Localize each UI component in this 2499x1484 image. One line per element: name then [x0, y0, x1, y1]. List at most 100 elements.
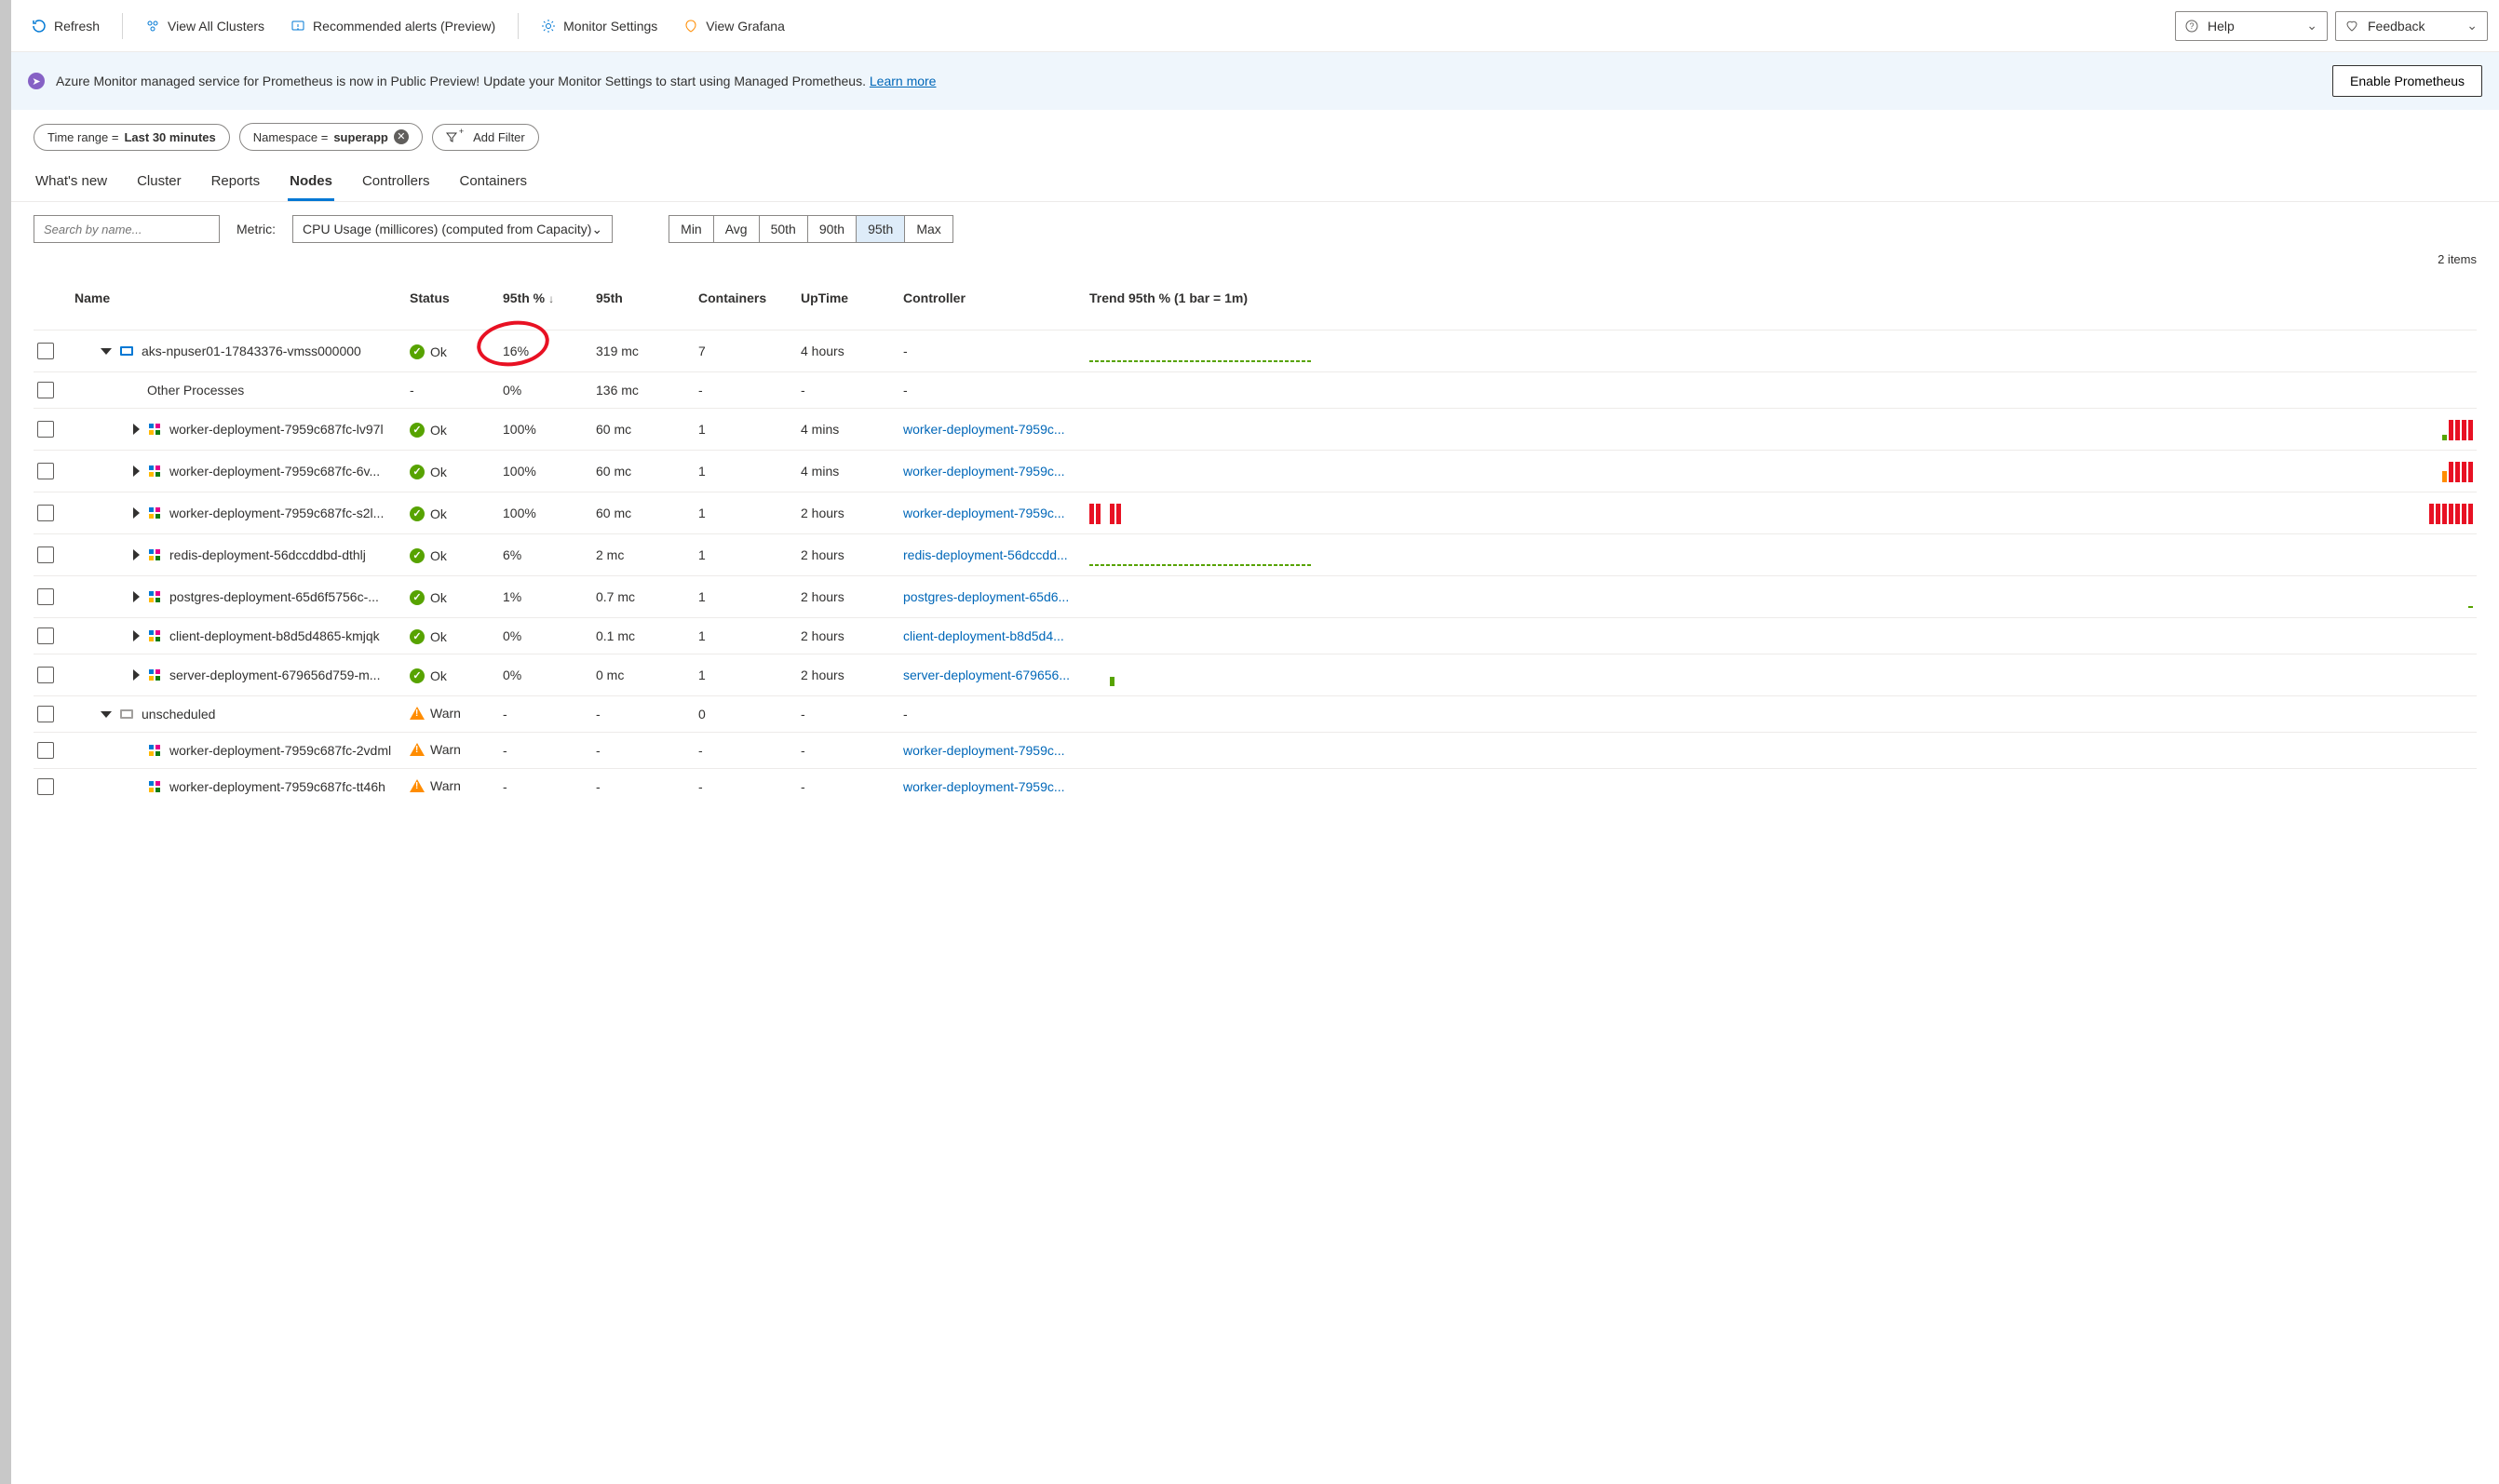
add-filter-label: Add Filter: [473, 130, 525, 144]
cell-trend: [1086, 381, 2477, 399]
cell-trend: [1086, 451, 2477, 492]
refresh-button[interactable]: Refresh: [22, 13, 109, 39]
segment-95th[interactable]: 95th: [857, 216, 905, 242]
row-checkbox[interactable]: [37, 778, 54, 795]
expand-toggle[interactable]: [133, 549, 140, 560]
help-dropdown[interactable]: ? Help ⌄: [2175, 11, 2328, 41]
row-checkbox[interactable]: [37, 382, 54, 398]
col-containers[interactable]: Containers: [695, 281, 797, 315]
controller-link[interactable]: postgres-deployment-65d6...: [903, 589, 1069, 604]
cell-containers: -: [695, 734, 797, 767]
row-checkbox[interactable]: [37, 742, 54, 759]
status-warn: Warn: [410, 742, 461, 757]
segment-50th[interactable]: 50th: [760, 216, 808, 242]
controller-link[interactable]: worker-deployment-7959c...: [903, 779, 1065, 794]
segment-max[interactable]: Max: [905, 216, 952, 242]
cell-p95: 60 mc: [592, 496, 695, 530]
col-uptime[interactable]: UpTime: [797, 281, 899, 315]
tab-containers[interactable]: Containers: [457, 166, 529, 201]
cell-containers: -: [695, 770, 797, 803]
row-checkbox[interactable]: [37, 706, 54, 722]
row-checkbox[interactable]: [37, 505, 54, 521]
scrollbar-gutter[interactable]: [0, 0, 11, 1484]
cell-p95: 2 mc: [592, 538, 695, 572]
row-checkbox[interactable]: [37, 667, 54, 683]
chevron-down-icon: ⌄: [2466, 18, 2478, 34]
learn-more-link[interactable]: Learn more: [870, 74, 937, 88]
add-filter-button[interactable]: + Add Filter: [432, 124, 539, 151]
monitor-settings-button[interactable]: Monitor Settings: [532, 13, 667, 39]
remove-filter-icon[interactable]: ✕: [394, 129, 409, 144]
search-input[interactable]: [34, 215, 220, 243]
gear-icon: [541, 19, 556, 34]
namespace-pill[interactable]: Namespace = superapp ✕: [239, 123, 423, 151]
col-p95pct[interactable]: 95th %↓: [499, 281, 592, 315]
status-ok: ✓Ok: [410, 506, 447, 521]
cell-uptime: 4 hours: [797, 334, 899, 368]
table-row: worker-deployment-7959c687fc-6v...✓Ok100…: [34, 450, 2477, 492]
cell-uptime: -: [797, 770, 899, 803]
segment-avg[interactable]: Avg: [714, 216, 760, 242]
controller-link[interactable]: worker-deployment-7959c...: [903, 743, 1065, 758]
expand-toggle[interactable]: [133, 507, 140, 519]
metric-select[interactable]: CPU Usage (millicores) (computed from Ca…: [292, 215, 613, 243]
cell-p95: -: [592, 734, 695, 767]
cell-trend: [1086, 534, 2477, 575]
table-row: worker-deployment-7959c687fc-lv97l✓Ok100…: [34, 408, 2477, 450]
row-checkbox[interactable]: [37, 627, 54, 644]
tab-nodes[interactable]: Nodes: [288, 166, 334, 201]
expand-toggle[interactable]: [101, 348, 112, 355]
feedback-dropdown[interactable]: Feedback ⌄: [2335, 11, 2488, 41]
cell-p95pct: -: [499, 734, 592, 767]
cell-containers: -: [695, 373, 797, 407]
enable-prometheus-button[interactable]: Enable Prometheus: [2332, 65, 2482, 97]
filter-bar: Time range = Last 30 minutes Namespace =…: [11, 110, 2499, 156]
recommended-alerts-button[interactable]: Recommended alerts (Preview): [281, 13, 505, 39]
row-checkbox[interactable]: [37, 588, 54, 605]
row-checkbox[interactable]: [37, 343, 54, 359]
segment-90th[interactable]: 90th: [808, 216, 857, 242]
time-range-pill[interactable]: Time range = Last 30 minutes: [34, 124, 230, 151]
cell-containers: 0: [695, 697, 797, 731]
tab-controllers[interactable]: Controllers: [360, 166, 432, 201]
status-ok: ✓Ok: [410, 590, 447, 605]
expand-toggle[interactable]: [101, 711, 112, 718]
row-checkbox[interactable]: [37, 546, 54, 563]
expand-toggle[interactable]: [133, 465, 140, 477]
expand-toggle[interactable]: [133, 669, 140, 681]
tab-what-s-new[interactable]: What's new: [34, 166, 109, 201]
row-checkbox[interactable]: [37, 421, 54, 438]
col-name[interactable]: Name: [71, 281, 406, 315]
refresh-label: Refresh: [54, 19, 100, 34]
segment-min[interactable]: Min: [669, 216, 714, 242]
col-controller[interactable]: Controller: [899, 281, 1086, 315]
controller-link[interactable]: worker-deployment-7959c...: [903, 506, 1065, 520]
controller-link[interactable]: server-deployment-679656...: [903, 668, 1070, 682]
svg-text:?: ?: [2189, 21, 2194, 31]
expand-toggle[interactable]: [133, 424, 140, 435]
col-status[interactable]: Status: [406, 281, 499, 315]
row-name: server-deployment-679656d759-m...: [169, 668, 380, 682]
expand-toggle[interactable]: [133, 630, 140, 641]
controller-link[interactable]: worker-deployment-7959c...: [903, 464, 1065, 479]
row-checkbox[interactable]: [37, 463, 54, 479]
prometheus-banner: ➤ Azure Monitor managed service for Prom…: [11, 52, 2499, 110]
cell-containers: 1: [695, 496, 797, 530]
time-range-value: Last 30 minutes: [124, 130, 215, 144]
col-p95[interactable]: 95th: [592, 281, 695, 315]
controller-link[interactable]: worker-deployment-7959c...: [903, 422, 1065, 437]
col-trend[interactable]: Trend 95th % (1 bar = 1m): [1086, 281, 2477, 315]
view-clusters-button[interactable]: View All Clusters: [136, 13, 274, 39]
refresh-icon: [32, 19, 47, 34]
cell-trend: [1086, 576, 2477, 617]
view-clusters-label: View All Clusters: [168, 19, 264, 34]
controls-row: Metric: CPU Usage (millicores) (computed…: [11, 202, 2499, 249]
expand-toggle[interactable]: [133, 591, 140, 602]
tab-cluster[interactable]: Cluster: [135, 166, 183, 201]
tab-reports[interactable]: Reports: [209, 166, 263, 201]
cell-p95pct: 0%: [499, 619, 592, 653]
status-ok: ✓Ok: [410, 629, 447, 644]
view-grafana-button[interactable]: View Grafana: [674, 13, 794, 39]
controller-link[interactable]: redis-deployment-56dccdd...: [903, 547, 1068, 562]
controller-link[interactable]: client-deployment-b8d5d4...: [903, 628, 1064, 643]
